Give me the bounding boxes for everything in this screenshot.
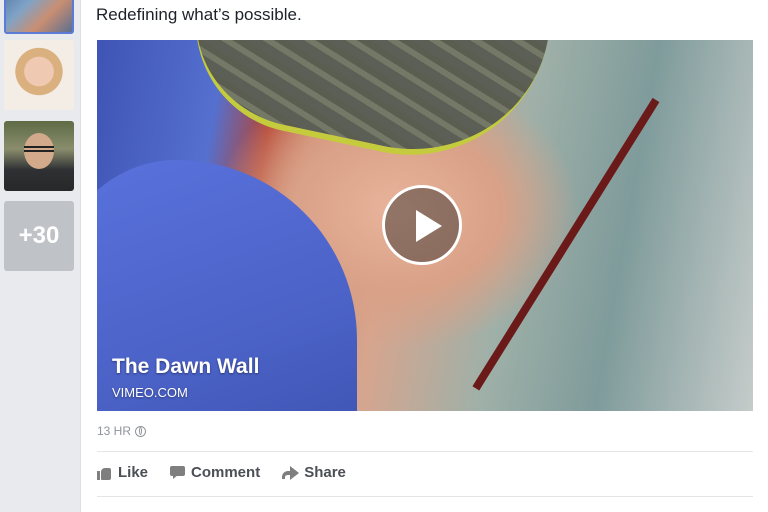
avatar-selected[interactable] — [4, 0, 74, 34]
video-image-hat — [175, 40, 549, 181]
post-text: Redefining what’s possible. — [96, 5, 302, 24]
comment-icon — [170, 466, 186, 479]
play-icon[interactable] — [382, 185, 462, 265]
video-source: VIMEO.COM — [112, 385, 188, 400]
video-title[interactable]: The Dawn Wall — [112, 355, 259, 379]
divider — [97, 451, 753, 452]
thumbs-up-icon — [97, 466, 112, 480]
more-friends-button[interactable]: +30 — [4, 201, 74, 271]
share-label: Share — [304, 464, 346, 481]
share-button[interactable]: Share — [282, 464, 346, 481]
share-icon — [282, 466, 300, 480]
comment-button[interactable]: Comment — [170, 464, 260, 481]
like-label: Like — [118, 464, 149, 481]
friends-sidebar: +30 — [0, 0, 80, 512]
avatar-glasses — [24, 146, 54, 152]
post-timestamp[interactable]: 13 HR — [97, 424, 147, 438]
like-button[interactable]: Like — [97, 464, 148, 481]
globe-icon — [135, 425, 147, 437]
post-actions: Like Comment Share — [97, 464, 346, 481]
divider — [97, 496, 753, 497]
timestamp-label[interactable]: 13 HR — [97, 424, 131, 438]
comment-label: Comment — [191, 464, 261, 481]
avatar-friend[interactable] — [4, 121, 74, 191]
avatar-friend[interactable] — [4, 40, 74, 110]
video-image-pole — [472, 97, 660, 391]
post-card: Redefining what’s possible. The Dawn Wal… — [80, 0, 768, 512]
video-thumbnail[interactable]: The Dawn Wall VIMEO.COM — [97, 40, 753, 411]
